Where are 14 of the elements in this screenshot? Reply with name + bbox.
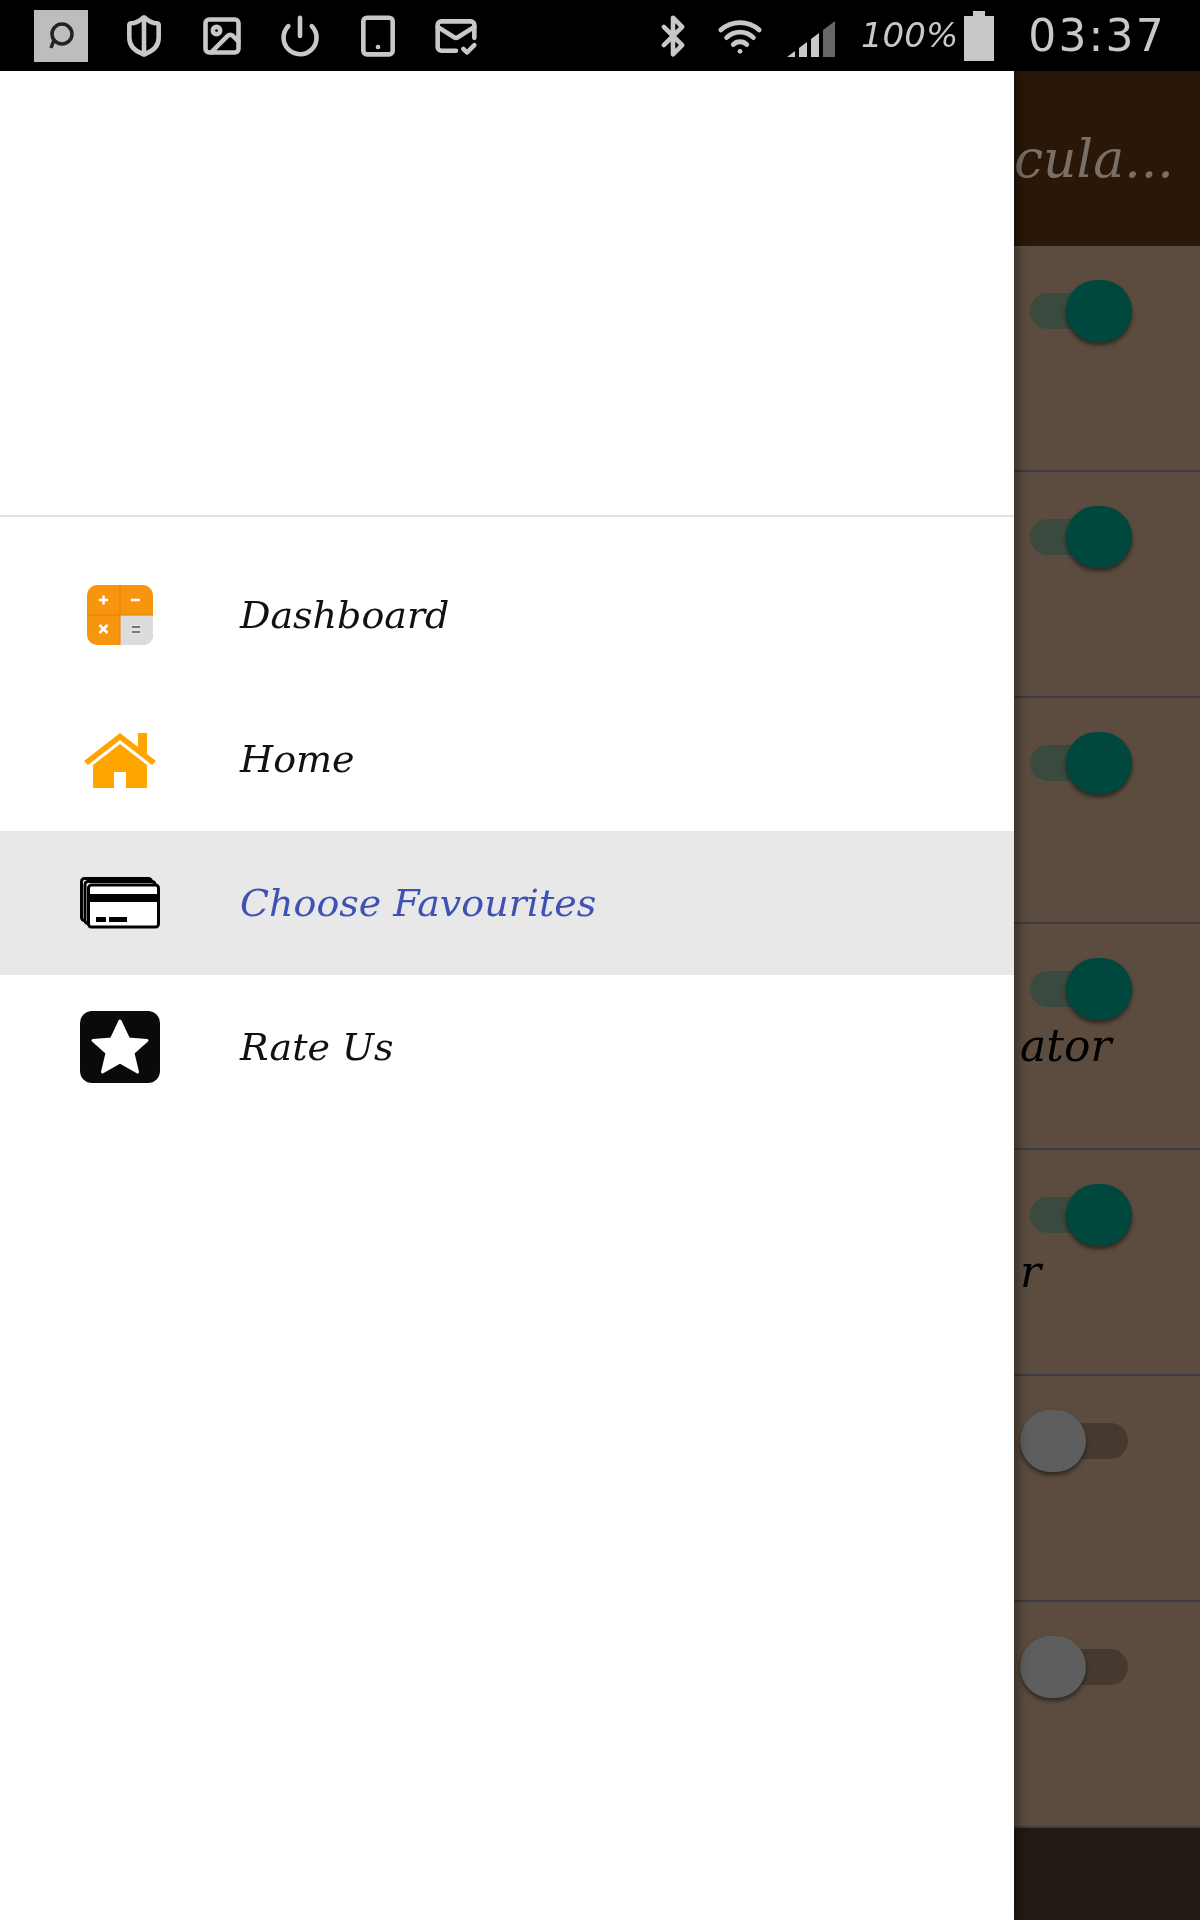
row-label: ator [1020, 1024, 1115, 1068]
battery-percent: 100% [861, 14, 959, 57]
app-title: cula... [1014, 127, 1174, 191]
clock-time: 03:37 [1028, 8, 1166, 63]
drawer-menu-item[interactable]: Dashboard [0, 543, 1014, 687]
drawer-menu-item[interactable]: Home [0, 687, 1014, 831]
app-notification-icon [34, 9, 88, 62]
battery-icon [964, 10, 995, 61]
power-icon [278, 13, 322, 58]
calculator-icon [87, 585, 153, 645]
credit-cards-icon [80, 877, 160, 929]
drawer-menu-item[interactable]: Choose Favourites [0, 831, 1014, 975]
row-label: r [1020, 1250, 1044, 1294]
drawer-menu-item[interactable]: Rate Us [0, 975, 1014, 1119]
